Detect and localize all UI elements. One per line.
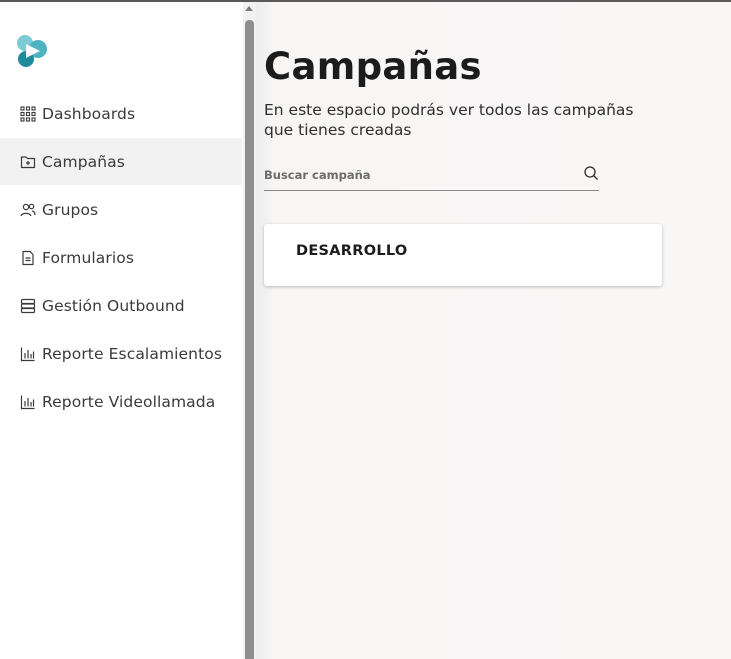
sidebar-item-grupos[interactable]: Grupos	[0, 186, 242, 233]
sidebar-item-label: Gestión Outbound	[42, 296, 185, 315]
app-logo[interactable]	[14, 33, 50, 69]
sidebar-item-reporte-escalamientos[interactable]: Reporte Escalamientos	[0, 330, 242, 377]
bar-chart-icon	[20, 394, 36, 410]
search-bar	[264, 162, 599, 191]
logo-icon	[17, 35, 47, 67]
sidebar-item-label: Grupos	[42, 200, 99, 219]
search-input[interactable]	[264, 162, 574, 188]
users-icon	[20, 202, 36, 218]
sidebar-scrollbar[interactable]	[243, 2, 256, 659]
search-icon[interactable]	[583, 165, 599, 181]
sidebar-item-label: Campañas	[42, 152, 125, 171]
sidebar-item-gestion-outbound[interactable]: Gestión Outbound	[0, 282, 242, 329]
database-icon	[20, 298, 36, 314]
sidebar: Dashboards Campañas Grupos Formularios G…	[0, 2, 243, 659]
campaign-card[interactable]: DESARROLLO	[264, 224, 662, 286]
document-icon	[20, 250, 36, 266]
scrollbar-thumb[interactable]	[245, 20, 254, 659]
sidebar-item-reporte-videollamada[interactable]: Reporte Videollamada	[0, 378, 242, 425]
sidebar-item-campanas[interactable]: Campañas	[0, 138, 242, 185]
sidebar-item-label: Reporte Videollamada	[42, 392, 216, 411]
sidebar-item-label: Dashboards	[42, 104, 136, 123]
page-subtitle: En este espacio podrás ver todos las cam…	[264, 101, 634, 139]
campaign-name: DESARROLLO	[296, 243, 408, 259]
scroll-up-arrow-icon[interactable]	[245, 6, 253, 11]
folder-plus-icon	[20, 154, 36, 170]
sidebar-item-label: Reporte Escalamientos	[42, 344, 223, 363]
sidebar-item-formularios[interactable]: Formularios	[0, 234, 242, 281]
grid-icon	[20, 105, 36, 122]
main-content: Campañas En este espacio podrás ver todo…	[256, 2, 731, 659]
sidebar-item-dashboards[interactable]: Dashboards	[0, 90, 242, 137]
page-title: Campañas	[264, 45, 482, 88]
bar-chart-icon	[20, 346, 36, 362]
sidebar-item-label: Formularios	[42, 248, 135, 267]
